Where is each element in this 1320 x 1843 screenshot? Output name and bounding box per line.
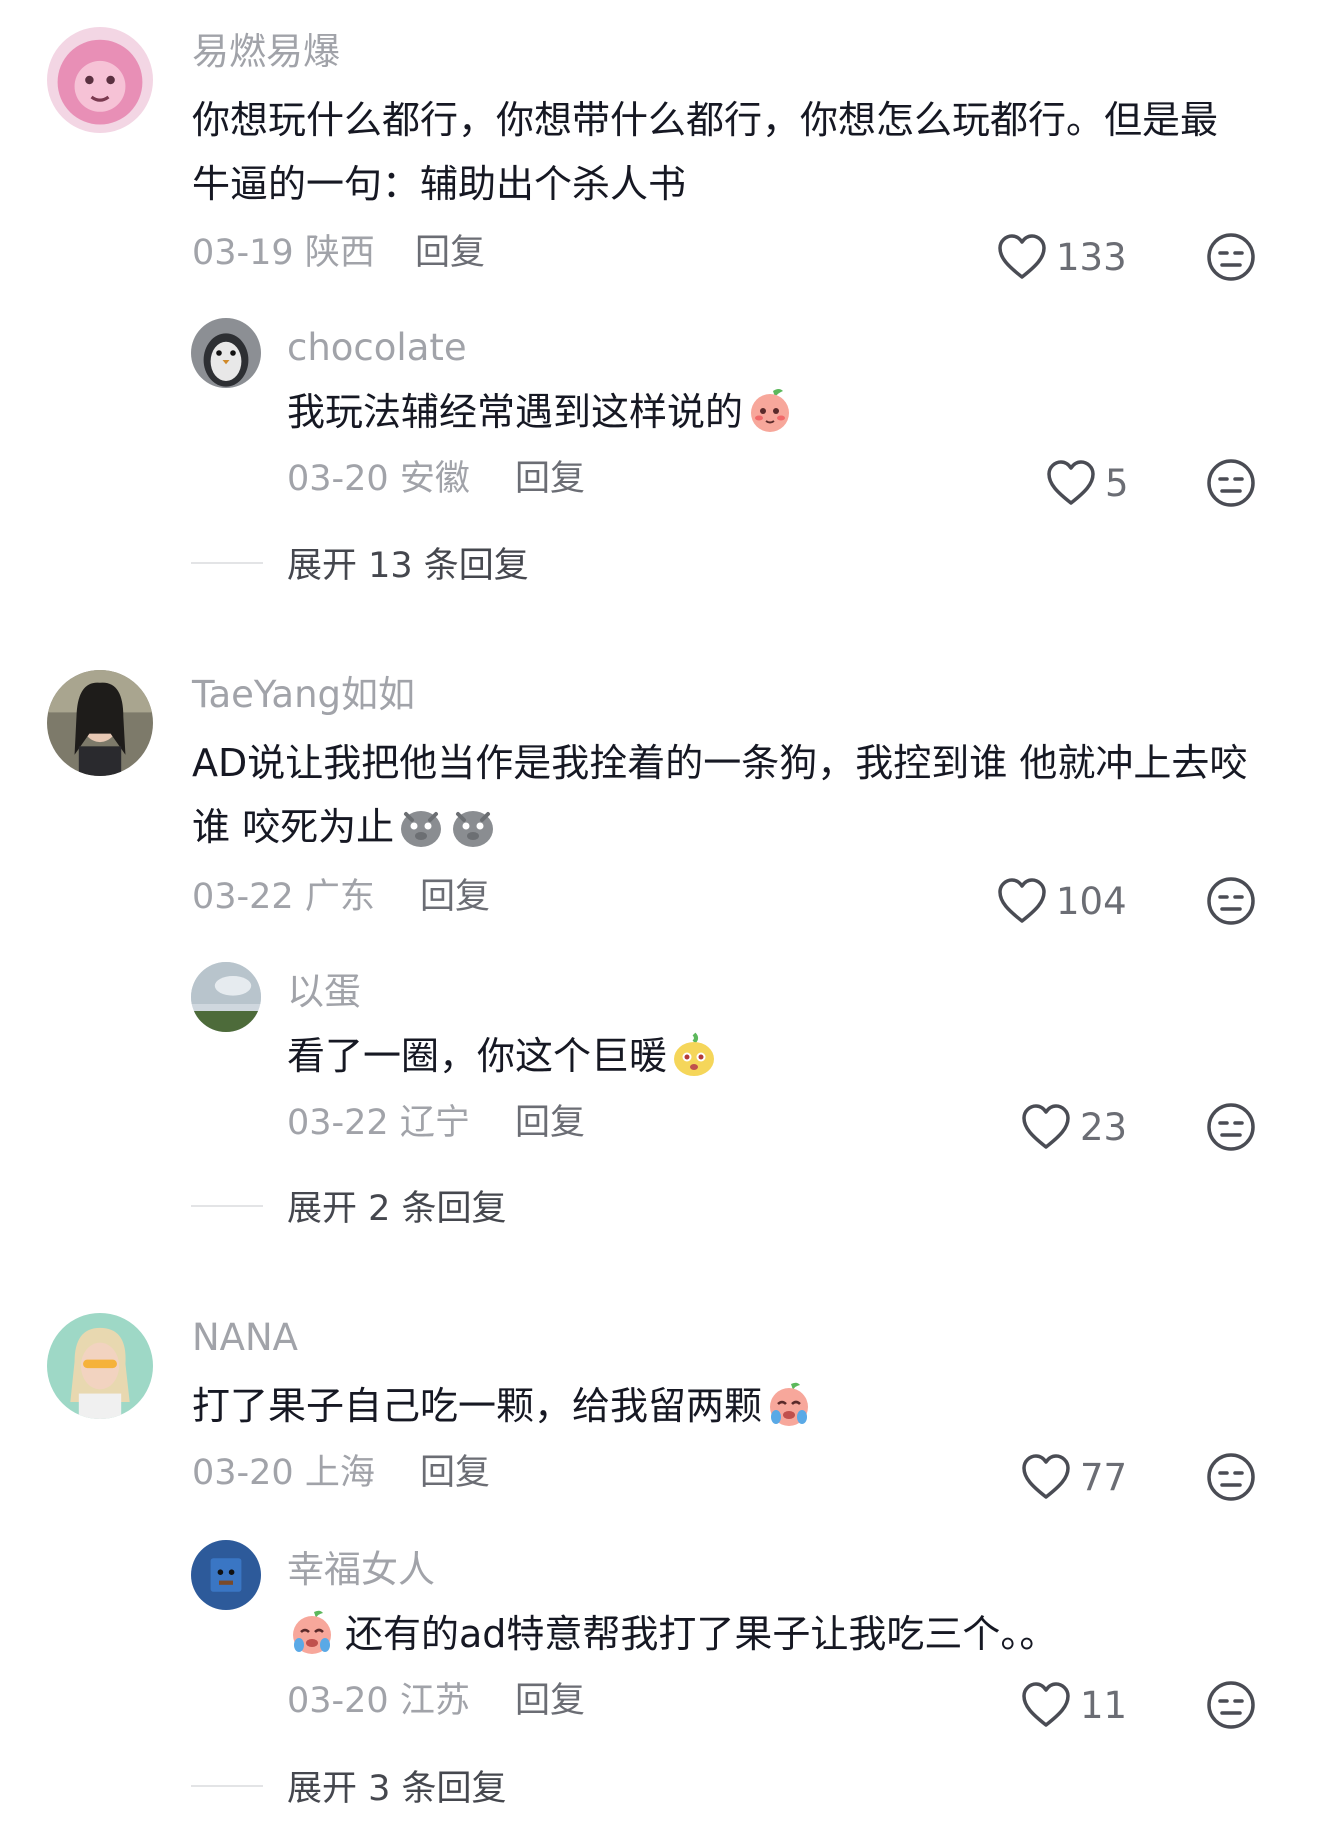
reply-text: 我玩法辅经常遇到这样说的 xyxy=(287,380,1247,444)
reply-date: 03-20 xyxy=(287,1681,389,1721)
meh-face-icon xyxy=(1207,233,1255,281)
expand-replies-button[interactable]: 展开 13 条回复 xyxy=(191,537,529,588)
reply-button[interactable]: 回复 xyxy=(420,1452,490,1494)
comment-location: 上海 xyxy=(304,1453,375,1493)
like-button[interactable]: 133 xyxy=(996,229,1127,285)
reply-button[interactable]: 回复 xyxy=(415,232,485,274)
like-count: 11 xyxy=(1080,1683,1128,1727)
like-count: 23 xyxy=(1080,1105,1128,1149)
heart-icon xyxy=(998,878,1046,923)
avatar[interactable] xyxy=(191,1540,261,1610)
reply-username[interactable]: 幸福女人 xyxy=(287,1548,435,1592)
reply-meta: 03-22 辽宁 xyxy=(287,1102,470,1144)
comment-username[interactable]: TaeYang如如 xyxy=(192,673,415,717)
avatar[interactable] xyxy=(47,1313,153,1419)
expand-replies-label: 展开 3 条回复 xyxy=(287,1769,507,1809)
reply-button[interactable]: 回复 xyxy=(515,458,585,500)
like-button[interactable]: 11 xyxy=(1020,1677,1127,1733)
comment-location: 广东 xyxy=(304,877,375,917)
dislike-button[interactable] xyxy=(1205,875,1257,927)
divider xyxy=(191,561,263,564)
meh-face-icon xyxy=(1207,1103,1255,1151)
avatar[interactable] xyxy=(47,27,153,133)
divider xyxy=(191,1204,263,1207)
avatar[interactable] xyxy=(191,318,261,388)
comment-location: 陕西 xyxy=(304,233,375,273)
heart-icon xyxy=(1022,1104,1070,1149)
dislike-button[interactable] xyxy=(1205,1451,1257,1503)
comment-username[interactable]: NANA xyxy=(192,1316,298,1360)
like-button[interactable]: 77 xyxy=(1020,1449,1127,1505)
avatar[interactable] xyxy=(191,962,261,1032)
like-button[interactable]: 104 xyxy=(996,873,1127,929)
yellow-face-emoji xyxy=(669,1029,719,1079)
comment-meta: 03-22 广东 xyxy=(192,876,375,918)
meh-face-icon xyxy=(1207,877,1255,925)
dislike-button[interactable] xyxy=(1205,1679,1257,1731)
meh-face-icon xyxy=(1207,1681,1255,1729)
reply-location: 辽宁 xyxy=(399,1103,470,1143)
heart-icon xyxy=(1047,460,1095,505)
reply-username[interactable]: 以蛋 xyxy=(287,970,361,1014)
comment-username[interactable]: 易燃易爆 xyxy=(192,30,340,74)
like-count: 133 xyxy=(1056,235,1127,279)
heart-icon xyxy=(998,234,1046,279)
reply-text: 还有的ad特意帮我打了果子让我吃三个。。 xyxy=(287,1602,1247,1666)
comment-text: 打了果子自己吃一颗，给我留两颗 xyxy=(192,1374,1262,1438)
expand-replies-button[interactable]: 展开 3 条回复 xyxy=(191,1760,507,1811)
like-count: 77 xyxy=(1080,1455,1128,1499)
reply-meta: 03-20 安徽 xyxy=(287,458,470,500)
reply-location: 安徽 xyxy=(399,459,470,499)
peach-shy-emoji xyxy=(745,385,795,435)
dislike-button[interactable] xyxy=(1205,1101,1257,1153)
grey-pig-emoji xyxy=(396,800,446,850)
reply-date: 03-20 xyxy=(287,459,389,499)
reply-button[interactable]: 回复 xyxy=(420,876,490,918)
comment-text: AD说让我把他当作是我拴着的一条狗，我控到谁 他就冲上去咬谁 咬死为止 xyxy=(192,741,1248,850)
grey-pig-emoji xyxy=(448,800,498,850)
heart-icon xyxy=(1022,1682,1070,1727)
reply-meta: 03-20 江苏 xyxy=(287,1680,470,1722)
like-button[interactable]: 5 xyxy=(1045,455,1129,511)
reply-date: 03-22 xyxy=(287,1103,389,1143)
crying-peach-emoji xyxy=(764,1379,814,1429)
comment-meta: 03-19 陕西 xyxy=(192,232,375,274)
heart-icon xyxy=(1022,1454,1070,1499)
reply-text: 看了一圈，你这个巨暖 xyxy=(287,1024,1247,1088)
meh-face-icon xyxy=(1207,459,1255,507)
like-count: 5 xyxy=(1105,461,1129,505)
meh-face-icon xyxy=(1207,1453,1255,1501)
avatar[interactable] xyxy=(47,670,153,776)
reply-location: 江苏 xyxy=(399,1681,470,1721)
reply-button[interactable]: 回复 xyxy=(515,1680,585,1722)
dislike-button[interactable] xyxy=(1205,457,1257,509)
comment-date: 03-22 xyxy=(192,877,294,917)
divider xyxy=(191,1784,263,1787)
comment-meta: 03-20 上海 xyxy=(192,1452,375,1494)
like-button[interactable]: 23 xyxy=(1020,1099,1127,1155)
comment-date: 03-20 xyxy=(192,1453,294,1493)
like-count: 104 xyxy=(1056,879,1127,923)
crying-peach-emoji xyxy=(287,1607,337,1657)
expand-replies-label: 展开 13 条回复 xyxy=(287,546,529,586)
reply-button[interactable]: 回复 xyxy=(515,1102,585,1144)
expand-replies-button[interactable]: 展开 2 条回复 xyxy=(191,1180,507,1231)
comment-text: 你想玩什么都行，你想带什么都行，你想怎么玩都行。但是最牛逼的一句：辅助出个杀人书 xyxy=(192,98,1219,206)
dislike-button[interactable] xyxy=(1205,231,1257,283)
expand-replies-label: 展开 2 条回复 xyxy=(287,1189,507,1229)
reply-username[interactable]: chocolate xyxy=(287,326,467,370)
comment-date: 03-19 xyxy=(192,233,294,273)
